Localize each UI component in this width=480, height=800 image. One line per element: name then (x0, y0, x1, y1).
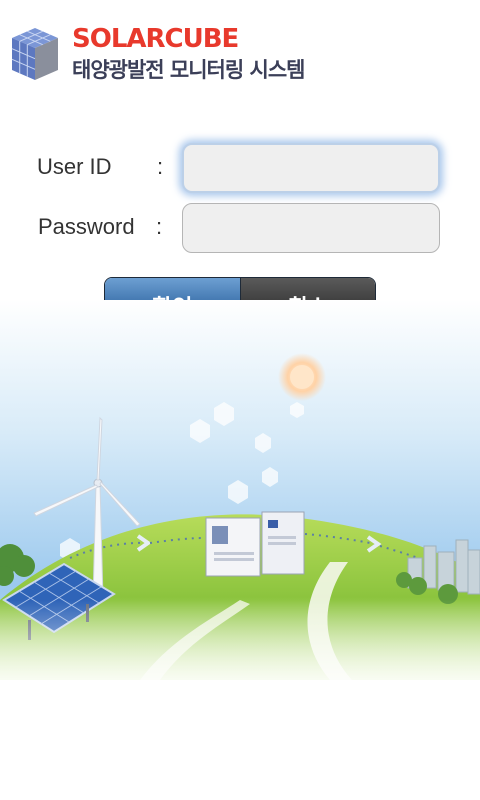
solar-landscape-illustration (0, 300, 480, 700)
password-label: Password (38, 214, 135, 239)
app-logo: SOLARCUBE 태양광발전 모니터링 시스템 (10, 24, 350, 86)
userid-label: User ID (37, 154, 112, 179)
userid-colon: : (157, 154, 164, 179)
brand-solar: SOLAR (72, 24, 166, 54)
brand-cube: CUBE (164, 24, 240, 54)
inverter-icon (205, 511, 305, 577)
solar-cube-icon (11, 28, 58, 80)
userid-input[interactable] (182, 143, 440, 193)
brand-name: SOLARCUBE (72, 24, 240, 54)
password-input[interactable] (182, 203, 440, 253)
password-colon: : (156, 214, 163, 239)
brand-subtitle: 태양광발전 모니터링 시스템 (72, 58, 305, 82)
